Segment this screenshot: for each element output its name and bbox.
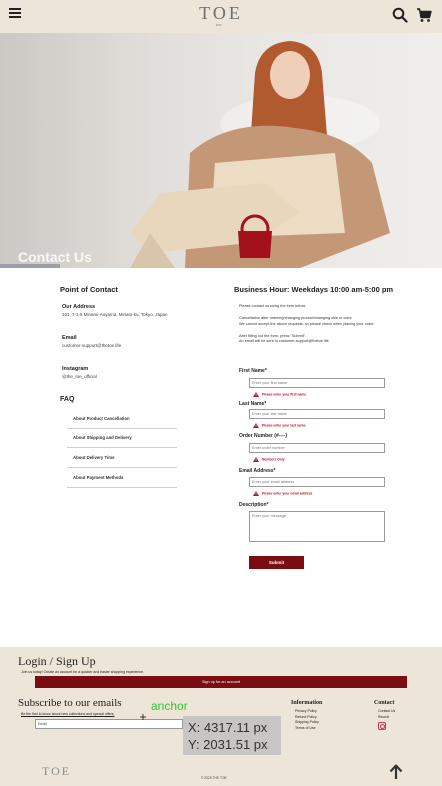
description-label: Description* xyxy=(239,502,269,508)
email-address-error: ! Please enter your email address xyxy=(253,491,312,496)
information-title: Information xyxy=(291,700,323,706)
address-value: 101, 7-1-5 Minami-Aoyama, Minato-ku, Tok… xyxy=(62,312,168,317)
email-address-label: Email Address* xyxy=(239,468,276,474)
last-name-error-text: Please enter your last name xyxy=(262,423,306,428)
order-number-label: Order Number (#----) xyxy=(239,433,288,439)
warning-icon: ! xyxy=(253,491,259,496)
first-name-error-text: Please enter your first name xyxy=(262,392,307,397)
address-block: Our Address 101, 7-1-5 Minami-Aoyama, Mi… xyxy=(62,304,167,317)
back-to-top-icon[interactable] xyxy=(389,764,403,780)
create-account-button[interactable]: Sign up for an account xyxy=(35,676,407,688)
form-note: Please contact us using the form below. xyxy=(239,304,306,308)
login-signup-subtitle: Join us today! Create an account for a q… xyxy=(21,670,144,674)
cursor-icon xyxy=(140,714,146,720)
hero-model-image xyxy=(130,41,390,268)
contact-title: Contact xyxy=(374,700,395,706)
form-note: An email will be sent to customer-suppor… xyxy=(239,339,329,343)
email-label: Email xyxy=(62,335,77,341)
order-number-input[interactable]: Enter order number xyxy=(249,443,385,453)
last-name-error: ! Please enter your last name xyxy=(253,423,306,428)
email-block: Email customer-support@thetoe.life xyxy=(62,335,121,348)
subscribe-subtitle: Be the first to know about new collectio… xyxy=(21,712,115,716)
last-name-input[interactable]: Enter your last name xyxy=(249,409,385,419)
login-signup-title: Login / Sign Up xyxy=(18,654,96,668)
y-coordinate: Y: 2031.51 px xyxy=(188,737,268,752)
warning-icon: ! xyxy=(253,457,259,462)
footer-link-refund[interactable]: Refund Policy xyxy=(295,715,317,719)
search-icon[interactable] xyxy=(392,7,408,23)
email-address-input[interactable]: Enter your email address xyxy=(249,477,385,487)
instagram-value[interactable]: @the_toe_official xyxy=(62,374,97,379)
faq-title: FAQ xyxy=(60,396,75,403)
hero-progress-bar xyxy=(0,264,60,268)
footer-link-contact[interactable]: Contact Us xyxy=(378,709,395,713)
description-textarea[interactable]: Enter your message xyxy=(249,511,385,542)
instagram-icon[interactable] xyxy=(378,722,386,730)
warning-icon: ! xyxy=(253,392,259,397)
submit-button[interactable]: Submit xyxy=(249,556,304,569)
cart-icon[interactable] xyxy=(416,7,432,23)
first-name-label: First Name* xyxy=(239,368,267,374)
footer-logo[interactable]: TOE xyxy=(42,764,71,779)
faq-item[interactable]: About Delivery Time xyxy=(67,449,177,468)
footer-link-recruit[interactable]: Recruit xyxy=(378,715,389,719)
faq-item[interactable]: About Product Cancellation xyxy=(67,410,177,429)
order-number-error: ! Numbers Only xyxy=(253,457,285,462)
faq-item[interactable]: About Shipping and Delivery xyxy=(67,429,177,448)
first-name-input[interactable]: Enter your first name xyxy=(249,378,385,388)
email-value[interactable]: customer-support@thetoe.life xyxy=(62,343,121,348)
email-address-error-text: Please enter your email address xyxy=(262,491,313,496)
copyright-text: © 2025 THE TOE xyxy=(201,776,227,780)
coordinate-readout: X: 4317.11 px Y: 2031.51 px xyxy=(183,716,281,755)
point-of-contact-title: Point of Contact xyxy=(60,285,118,294)
anchor-label: anchor xyxy=(151,699,188,713)
footer-link-privacy[interactable]: Privacy Policy xyxy=(295,709,317,713)
last-name-label: Last Name* xyxy=(239,401,267,407)
hero-title: Contact Us xyxy=(18,249,92,265)
instagram-block: Instagram @the_toe_official xyxy=(62,366,97,379)
address-label: Our Address xyxy=(62,304,96,310)
subscribe-title: Subscribe to our emails xyxy=(18,697,122,709)
x-coordinate: X: 4317.11 px xyxy=(188,720,268,735)
subscribe-email-input[interactable]: Email xyxy=(35,719,183,729)
hamburger-menu-icon[interactable] xyxy=(9,8,21,18)
warning-icon: ! xyxy=(253,423,259,428)
faq-item[interactable]: About Payment Methods xyxy=(67,469,177,488)
form-note: We cannot accept the above requests, so … xyxy=(239,322,375,326)
form-note: Cancellation after ordering/changing pro… xyxy=(239,316,352,320)
first-name-error: ! Please enter your first name xyxy=(253,392,306,397)
footer-link-shipping[interactable]: Shipping Policy xyxy=(295,720,319,724)
business-hours-title: Business Hour: Weekdays 10:00 am-5:00 pm xyxy=(234,285,394,294)
site-header: TOE toe xyxy=(0,0,442,33)
footer-link-terms[interactable]: Terms of Use xyxy=(295,726,316,730)
hero-banner: Contact Us xyxy=(0,33,442,268)
order-number-error-text: Numbers Only xyxy=(262,457,285,462)
instagram-label: Instagram xyxy=(62,366,89,372)
site-logo-sub: toe xyxy=(216,22,222,27)
